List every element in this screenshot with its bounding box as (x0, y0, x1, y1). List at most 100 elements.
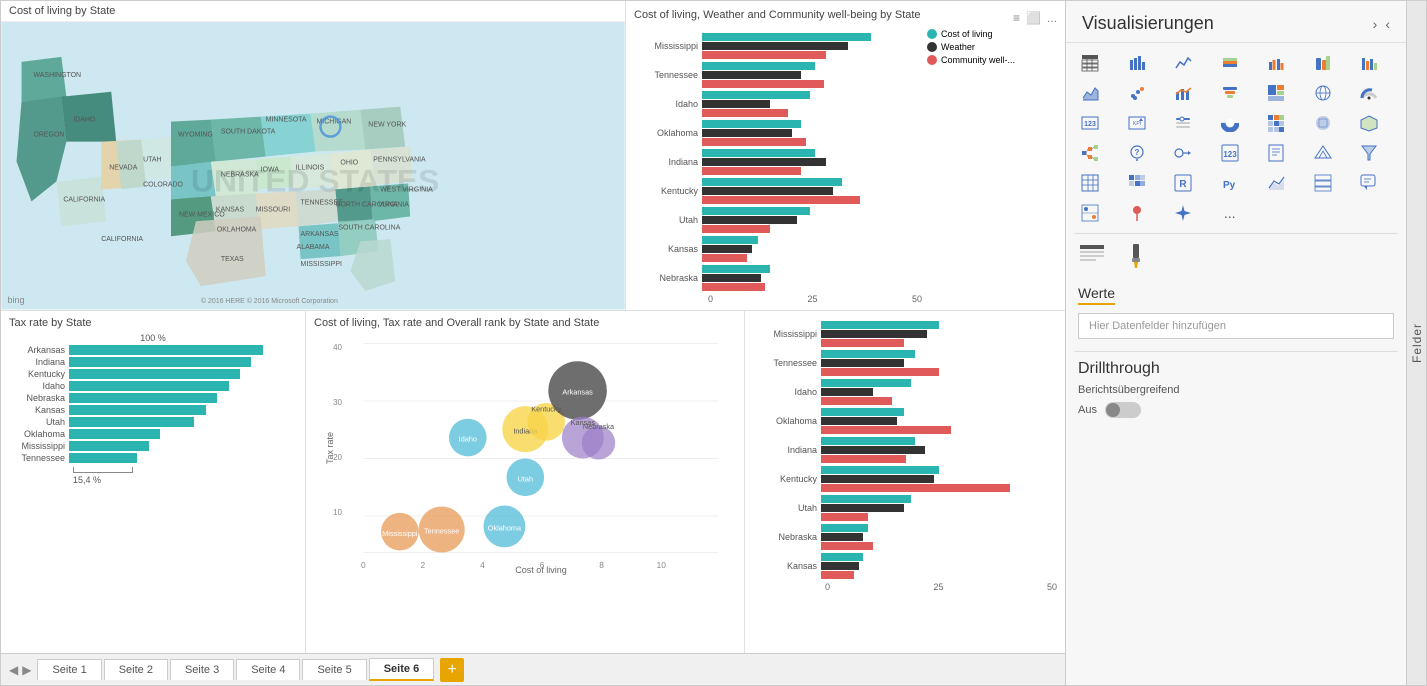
kpi-icon[interactable]: KPI (1121, 109, 1153, 137)
decomp-tree-icon[interactable] (1074, 139, 1106, 167)
page-tab-5[interactable]: Seite 5 (302, 659, 366, 680)
sparkle-icon[interactable] (1167, 199, 1199, 227)
123-icon[interactable]: 123 (1214, 139, 1246, 167)
felder-sidebar-tab[interactable]: Felder (1406, 1, 1426, 685)
x-axis-50: 50 (912, 294, 922, 304)
svg-text:Arkansas: Arkansas (562, 388, 593, 397)
custom1-icon[interactable] (1074, 199, 1106, 227)
nav-left-icon[interactable]: ◀ (9, 663, 18, 677)
hbar-label: Mississippi (753, 329, 821, 339)
bar-chart-bars: Mississippi Tennessee (634, 33, 1057, 291)
donut-icon[interactable] (1214, 109, 1246, 137)
toggle-label: Aus (1078, 404, 1097, 416)
chart-expand-icon[interactable]: ⬜ (1026, 11, 1041, 25)
more-vizzes-icon[interactable]: ... (1214, 199, 1246, 227)
page-tabs: ◀ ▶ Seite 1 Seite 2 Seite 3 Seite 4 Seit… (1, 653, 1065, 685)
svg-text:SOUTH DAKOTA: SOUTH DAKOTA (221, 129, 276, 136)
nav-right-icon[interactable]: ▶ (22, 663, 31, 677)
multi-row-card-icon[interactable] (1307, 169, 1339, 197)
azure-map-icon[interactable] (1307, 139, 1339, 167)
svg-text:bing: bing (8, 295, 25, 305)
svg-text:Py: Py (1223, 180, 1236, 191)
svg-text:Oklahoma: Oklahoma (488, 524, 522, 533)
svg-text:Nebraska: Nebraska (583, 422, 615, 431)
x-axis-0: 0 (708, 294, 713, 304)
datenfelder-box[interactable]: Hier Datenfelder hinzufügen (1078, 313, 1394, 339)
line-area-icon[interactable] (1260, 169, 1292, 197)
area-chart-icon[interactable] (1074, 79, 1106, 107)
right-panel-header: Visualisierungen › ‹ (1066, 1, 1406, 43)
pin-icon[interactable] (1121, 199, 1153, 227)
heatmap-icon[interactable] (1121, 169, 1153, 197)
gauge-icon[interactable] (1353, 79, 1385, 107)
bottom-row: Tax rate by State 100 % Arkansas Indiana… (1, 311, 1065, 653)
toggle-switch[interactable] (1105, 402, 1141, 418)
paintbrush-icon[interactable] (1122, 242, 1150, 273)
hbar-label: Idaho (753, 387, 821, 397)
chart-menu-icon[interactable]: ≡ (1013, 11, 1020, 25)
chart-more-icon[interactable]: ... (1047, 11, 1057, 25)
page-tab-3[interactable]: Seite 3 (170, 659, 234, 680)
panel-arrow-right[interactable]: › (1373, 16, 1378, 32)
waterfall-icon[interactable] (1353, 49, 1385, 77)
scatter-title: Cost of living, Tax rate and Overall ran… (314, 317, 736, 329)
combo-chart-icon[interactable] (1167, 79, 1199, 107)
clustered-col-icon[interactable] (1260, 49, 1292, 77)
matrix-icon[interactable] (1260, 109, 1292, 137)
python-icon[interactable]: Py (1214, 169, 1246, 197)
filter-icon[interactable] (1353, 139, 1385, 167)
svg-text:OKLAHOMA: OKLAHOMA (217, 226, 257, 233)
scatter-icon[interactable] (1121, 79, 1153, 107)
svg-text:IDAHO: IDAHO (73, 117, 96, 124)
content-area: Cost of living by State (1, 1, 1066, 685)
ribbon-icon[interactable] (1307, 49, 1339, 77)
hbar-x-0: 0 (825, 582, 830, 592)
shape-map-icon[interactable] (1353, 109, 1385, 137)
line-chart-icon[interactable] (1167, 49, 1199, 77)
card-icon[interactable]: 123 (1074, 109, 1106, 137)
svg-text:Mississippi: Mississippi (382, 529, 418, 538)
legend-weather: Weather (941, 42, 975, 52)
tax-label: Indiana (9, 357, 69, 367)
svg-text:ARKANSAS: ARKANSAS (301, 231, 339, 238)
bar-label: Idaho (634, 99, 702, 109)
filled-map-icon[interactable] (1307, 109, 1339, 137)
page-tab-2[interactable]: Seite 2 (104, 659, 168, 680)
tax-panel-title: Tax rate by State (9, 317, 297, 329)
bar-chart-icon[interactable] (1121, 49, 1153, 77)
key-influencers-icon[interactable] (1167, 139, 1199, 167)
treemap-icon[interactable] (1260, 79, 1292, 107)
page-tab-6[interactable]: Seite 6 (369, 658, 434, 681)
svg-text:MISSISSIPPI: MISSISSIPPI (301, 261, 343, 268)
toggle-thumb (1106, 403, 1120, 417)
svg-text:MINNESOTA: MINNESOTA (266, 117, 307, 124)
chat-icon[interactable] (1353, 169, 1385, 197)
page-tab-4[interactable]: Seite 4 (236, 659, 300, 680)
svg-text:COLORADO: COLORADO (143, 181, 183, 188)
table2-icon[interactable] (1074, 169, 1106, 197)
funnel-icon[interactable] (1214, 79, 1246, 107)
legend-community: Community well-... (941, 55, 1015, 65)
bar-label: Kansas (634, 244, 702, 254)
panel-arrow-left[interactable]: ‹ (1385, 16, 1390, 32)
nav-arrows: ◀ ▶ (9, 663, 31, 677)
tax-label: Tennessee (9, 453, 69, 463)
page-tab-1[interactable]: Seite 1 (37, 659, 101, 680)
r-icon[interactable]: R (1167, 169, 1199, 197)
add-page-button[interactable]: + (440, 658, 464, 682)
hbar-x-25: 25 (933, 582, 943, 592)
stacked-bar-icon[interactable] (1214, 49, 1246, 77)
felder-label: Felder (1410, 323, 1424, 363)
paginated-icon[interactable] (1260, 139, 1292, 167)
format-icon[interactable] (1078, 242, 1106, 273)
bar-label: Tennessee (634, 70, 702, 80)
tax-label: Kentucky (9, 369, 69, 379)
map-chart-icon[interactable] (1307, 79, 1339, 107)
slicer-icon[interactable] (1167, 109, 1199, 137)
viz-icons-grid: 123 KPI ? 123 R Py (1066, 43, 1406, 233)
svg-text:KANSAS: KANSAS (216, 206, 245, 213)
visualisierungen-title: Visualisierungen (1082, 13, 1214, 34)
table-icon[interactable] (1074, 49, 1106, 77)
hbar-label: Kansas (753, 561, 821, 571)
qa-icon[interactable]: ? (1121, 139, 1153, 167)
